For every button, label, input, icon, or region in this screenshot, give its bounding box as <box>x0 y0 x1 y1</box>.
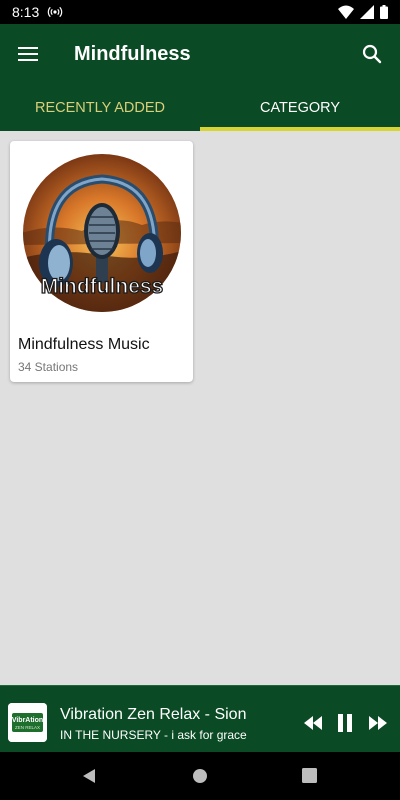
mindfulness-artwork: Mindfulness <box>23 154 181 312</box>
cell-signal-icon <box>360 5 374 19</box>
home-icon[interactable] <box>192 768 208 784</box>
pause-icon[interactable] <box>335 713 355 733</box>
tab-category[interactable]: CATEGORY <box>200 84 400 131</box>
recents-icon[interactable] <box>302 768 317 783</box>
system-navigation-bar <box>0 752 400 800</box>
status-bar: 8:13 <box>0 0 400 24</box>
category-station-count: 34 Stations <box>18 360 79 374</box>
hamburger-menu-icon <box>18 47 38 61</box>
tab-recently-added[interactable]: RECENTLY ADDED <box>0 84 200 131</box>
tab-bar: RECENTLY ADDED CATEGORY <box>0 84 400 131</box>
category-card[interactable]: Mindfulness Mindfulness Music 34 Station… <box>10 141 193 382</box>
artwork-title-text: Mindfulness <box>41 275 164 298</box>
station-logo-text-top: VibrAtion <box>12 717 43 724</box>
page-title: Mindfulness <box>74 42 191 65</box>
status-time: 8:13 <box>12 4 40 20</box>
search-icon[interactable] <box>360 42 384 66</box>
radio-broadcast-icon <box>48 6 63 18</box>
status-icons <box>338 5 388 19</box>
fast-forward-icon[interactable] <box>367 714 389 732</box>
app-bar: Mindfulness <box>0 24 400 84</box>
mini-player[interactable]: VibrAtion ZEN RELAX Vibration Zen Relax … <box>0 685 400 752</box>
menu-button[interactable] <box>16 42 40 66</box>
wifi-icon <box>338 5 354 19</box>
station-logo-text-bottom: ZEN RELAX <box>15 725 40 730</box>
battery-icon <box>380 5 388 19</box>
station-logo-image: VibrAtion ZEN RELAX <box>8 703 47 742</box>
category-grid: Mindfulness Mindfulness Music 34 Station… <box>0 131 400 685</box>
category-title: Mindfulness Music <box>18 336 150 353</box>
now-playing-track: IN THE NURSERY - i ask for grace <box>60 728 247 742</box>
back-icon[interactable] <box>82 768 96 784</box>
station-logo: VibrAtion ZEN RELAX <box>8 703 47 742</box>
rewind-icon[interactable] <box>302 714 324 732</box>
now-playing-station: Vibration Zen Relax - Sion <box>60 706 247 723</box>
